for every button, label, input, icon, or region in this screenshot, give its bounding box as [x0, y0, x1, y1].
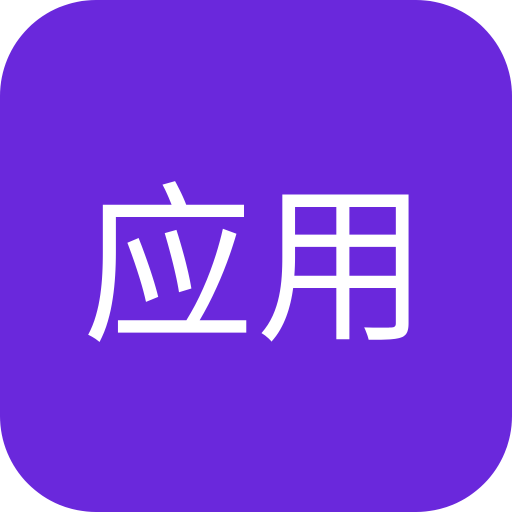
app-icon[interactable]: 应用 — [0, 0, 512, 512]
app-icon-label: 应用 — [82, 167, 430, 368]
